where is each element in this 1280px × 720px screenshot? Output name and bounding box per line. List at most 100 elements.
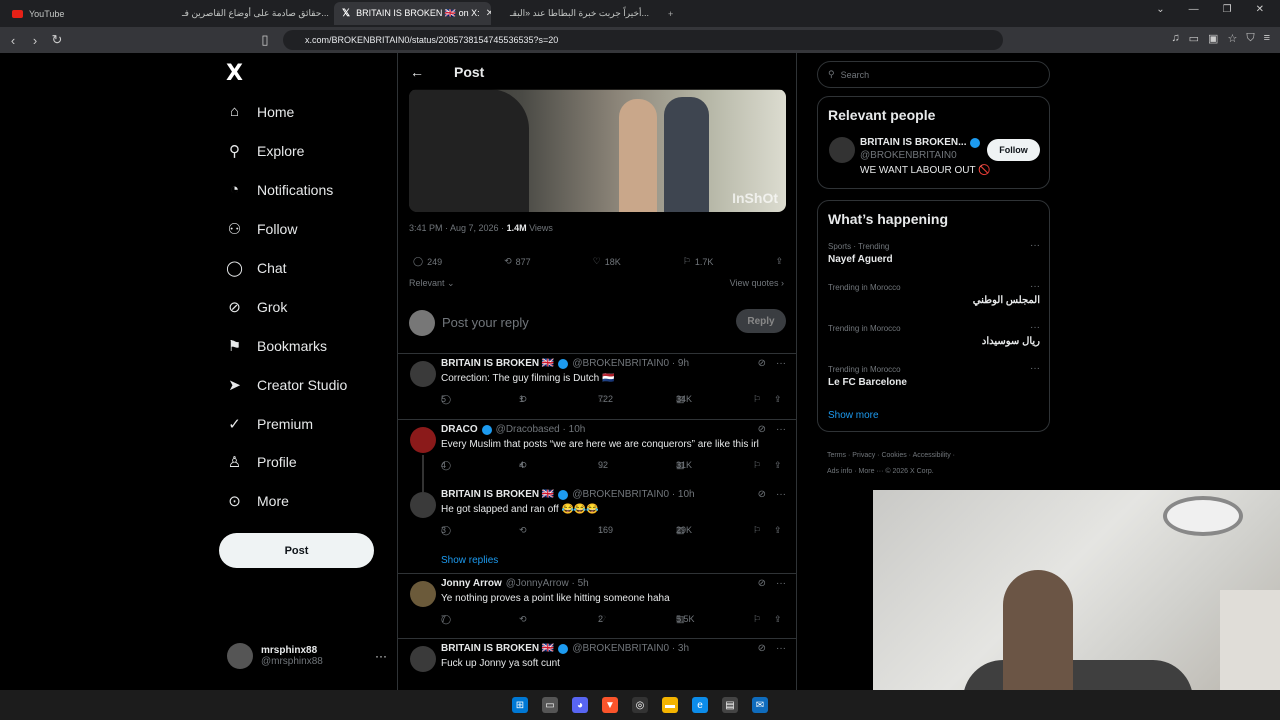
trend-item[interactable]: Trending in Morocco ريال سوسيداد ···	[828, 322, 1040, 347]
sidebar-icon[interactable]: ▭	[1189, 32, 1199, 45]
brave-icon[interactable]: ▼	[602, 697, 618, 713]
nav-profile[interactable]: ♙ Profile	[226, 453, 297, 471]
tab-youtube-2[interactable]: حقائق صادمة على أوضاع القاصرين فـ...	[168, 2, 333, 25]
tab-youtube[interactable]: YouTube	[4, 2, 164, 25]
new-tab-button[interactable]: +	[660, 2, 680, 25]
repost-action[interactable]: ⟲ 877	[504, 256, 531, 267]
nav-grok[interactable]: ⊘ Grok	[226, 298, 287, 316]
bookmark-action[interactable]: ⚐ 1.7K	[683, 256, 714, 267]
bookmark-page-icon[interactable]: ▯	[254, 32, 276, 48]
post-time[interactable]: 3:41 PM · Aug 7, 2026 ·	[409, 223, 507, 233]
more-dots-icon[interactable]: ···	[776, 358, 786, 369]
avatar[interactable]	[410, 581, 436, 607]
author-name[interactable]: Jonny Arrow	[441, 578, 502, 589]
reply-button[interactable]: Reply	[736, 309, 786, 333]
wallet-icon[interactable]: ▣	[1208, 32, 1218, 45]
reply-tweet[interactable]: BRITAIN IS BROKEN 🇬🇧 @BROKENBRITAIN0 · 10…	[398, 486, 796, 574]
sort-relevant-dropdown[interactable]: Relevant ⌄	[409, 278, 455, 289]
nav-home[interactable]: ⌂ Home	[226, 103, 294, 120]
more-dots-icon[interactable]: ···	[375, 649, 387, 663]
footer-line[interactable]: Terms · Privacy · Cookies · Accessibilit…	[827, 448, 1047, 464]
author-handle[interactable]: @Dracobased · 10h	[496, 424, 586, 435]
task-view-icon[interactable]: ▭	[542, 697, 558, 713]
chevron-down-icon[interactable]: ⌄	[1156, 4, 1164, 15]
more-dots-icon[interactable]: ···	[776, 643, 786, 654]
nav-bookmarks[interactable]: ⚑ Bookmarks	[226, 337, 327, 355]
follow-button[interactable]: Follow	[987, 139, 1040, 161]
author-handle[interactable]: @BROKENBRITAIN0 · 3h	[572, 643, 689, 654]
more-dots-icon[interactable]: ···	[776, 489, 786, 500]
person-handle[interactable]: @BROKENBRITAIN0	[860, 150, 957, 161]
author-handle[interactable]: @JonnyArrow · 5h	[506, 578, 589, 589]
more-dots-icon[interactable]: ···	[1030, 322, 1040, 333]
nav-notifications[interactable]: ◔ Notifications	[226, 181, 333, 198]
more-dots-icon[interactable]: ···	[1030, 240, 1040, 251]
avatar[interactable]	[410, 361, 436, 387]
reload-icon[interactable]: ↻	[46, 32, 68, 48]
more-dots-icon[interactable]: ···	[1030, 281, 1040, 292]
restore-icon[interactable]: ❐	[1223, 4, 1232, 15]
obs-icon[interactable]: ◎	[632, 697, 648, 713]
close-tab-icon[interactable]: ✕	[486, 8, 491, 19]
tab-x-post[interactable]: 𝕏 BRITAIN IS BROKEN 🇬🇧 on X: ✕	[334, 2, 491, 25]
back-icon[interactable]: ‹	[2, 33, 24, 48]
author-name[interactable]: DRACO	[441, 424, 478, 435]
author-name[interactable]: BRITAIN IS BROKEN 🇬🇧	[441, 643, 554, 654]
edge-icon[interactable]: e	[692, 697, 708, 713]
person-name[interactable]: BRITAIN IS BROKEN...	[860, 137, 981, 148]
reply-input[interactable]: Post your reply	[442, 315, 529, 330]
author-name[interactable]: BRITAIN IS BROKEN 🇬🇧	[441, 358, 554, 369]
back-arrow-icon[interactable]: ←	[410, 64, 424, 80]
close-window-icon[interactable]: ✕	[1256, 4, 1264, 15]
avatar[interactable]	[410, 646, 436, 672]
post-button[interactable]: Post	[219, 533, 374, 568]
trend-item[interactable]: Sports · Trending Nayef Aguerd ···	[828, 240, 1040, 265]
trend-item[interactable]: Trending in Morocco Le FC Barcelone ···	[828, 363, 1040, 388]
trend-item[interactable]: Trending in Morocco المجلس الوطني ···	[828, 281, 1040, 306]
star-icon[interactable]: ☆	[1227, 32, 1237, 45]
nav-explore[interactable]: ⚲ Explore	[226, 142, 304, 160]
post-video[interactable]: InShOt	[409, 89, 786, 212]
account-switcher[interactable]: mrsphinx88 @mrsphinx88 ···	[227, 643, 387, 669]
grok-icon[interactable]: ⊘	[758, 424, 766, 435]
avatar[interactable]	[829, 137, 855, 163]
author-name[interactable]: BRITAIN IS BROKEN 🇬🇧	[441, 489, 554, 500]
tab-youtube-3[interactable]: أخيراً جربت خبرة البطاطا عند «البقـ...	[496, 2, 656, 25]
more-dots-icon[interactable]: ···	[776, 424, 786, 435]
search-input[interactable]: ⚲ Search	[817, 61, 1050, 88]
folder-icon[interactable]: ▬	[662, 697, 678, 713]
shield-icon[interactable]: ⛉	[1246, 32, 1254, 45]
avatar[interactable]	[410, 427, 436, 453]
forward-icon[interactable]: ›	[24, 33, 46, 48]
windows-start-icon[interactable]: ⊞	[512, 697, 528, 713]
nav-chat[interactable]: ◯ Chat	[226, 259, 286, 277]
view-quotes-link[interactable]: View quotes ›	[730, 278, 784, 288]
avatar[interactable]	[410, 492, 436, 518]
nav-more[interactable]: ⊙ More	[226, 492, 289, 510]
url-field[interactable]: x.com/BROKENBRITAIN0/status/208573815474…	[283, 30, 1003, 50]
author-handle[interactable]: @BROKENBRITAIN0 · 10h	[572, 489, 694, 500]
nav-creator-studio[interactable]: ➤ Creator Studio	[226, 376, 347, 394]
minimize-icon[interactable]: —	[1189, 4, 1199, 15]
music-icon[interactable]: ♫	[1171, 32, 1179, 45]
show-replies-link[interactable]: Show replies	[441, 555, 498, 566]
reply-tweet[interactable]: BRITAIN IS BROKEN 🇬🇧 @BROKENBRITAIN0 · 9h…	[398, 355, 796, 420]
author-handle[interactable]: @BROKENBRITAIN0 · 9h	[572, 358, 689, 369]
discord-icon[interactable]: ◕	[572, 697, 588, 713]
x-logo[interactable]: X	[226, 61, 243, 86]
reply-tweet[interactable]: Jonny Arrow @JonnyArrow · 5h ⊘ ··· Ye noth…	[398, 575, 796, 639]
reply-action[interactable]: ◯ 249	[413, 256, 442, 267]
nav-follow[interactable]: ⚇ Follow	[226, 220, 298, 238]
grok-icon[interactable]: ⊘	[758, 643, 766, 654]
footer-line[interactable]: Ads info · More ··· © 2026 X Corp.	[827, 464, 1047, 480]
grok-icon[interactable]: ⊘	[758, 578, 766, 589]
reply-tweet[interactable]: DRACO @Dracobased · 10h ⊘ ··· Every Muslim…	[398, 421, 796, 486]
share-action[interactable]: ⇪	[775, 256, 783, 267]
show-more-link[interactable]: Show more	[828, 410, 879, 421]
grok-icon[interactable]: ⊘	[758, 358, 766, 369]
like-action[interactable]: ♡ 18K	[593, 256, 621, 267]
mail-icon[interactable]: ✉	[752, 697, 768, 713]
grok-icon[interactable]: ⊘	[758, 489, 766, 500]
nav-premium[interactable]: ✓ Premium	[226, 415, 313, 433]
reply-tweet[interactable]: BRITAIN IS BROKEN 🇬🇧 @BROKENBRITAIN0 · 3h…	[398, 640, 796, 690]
